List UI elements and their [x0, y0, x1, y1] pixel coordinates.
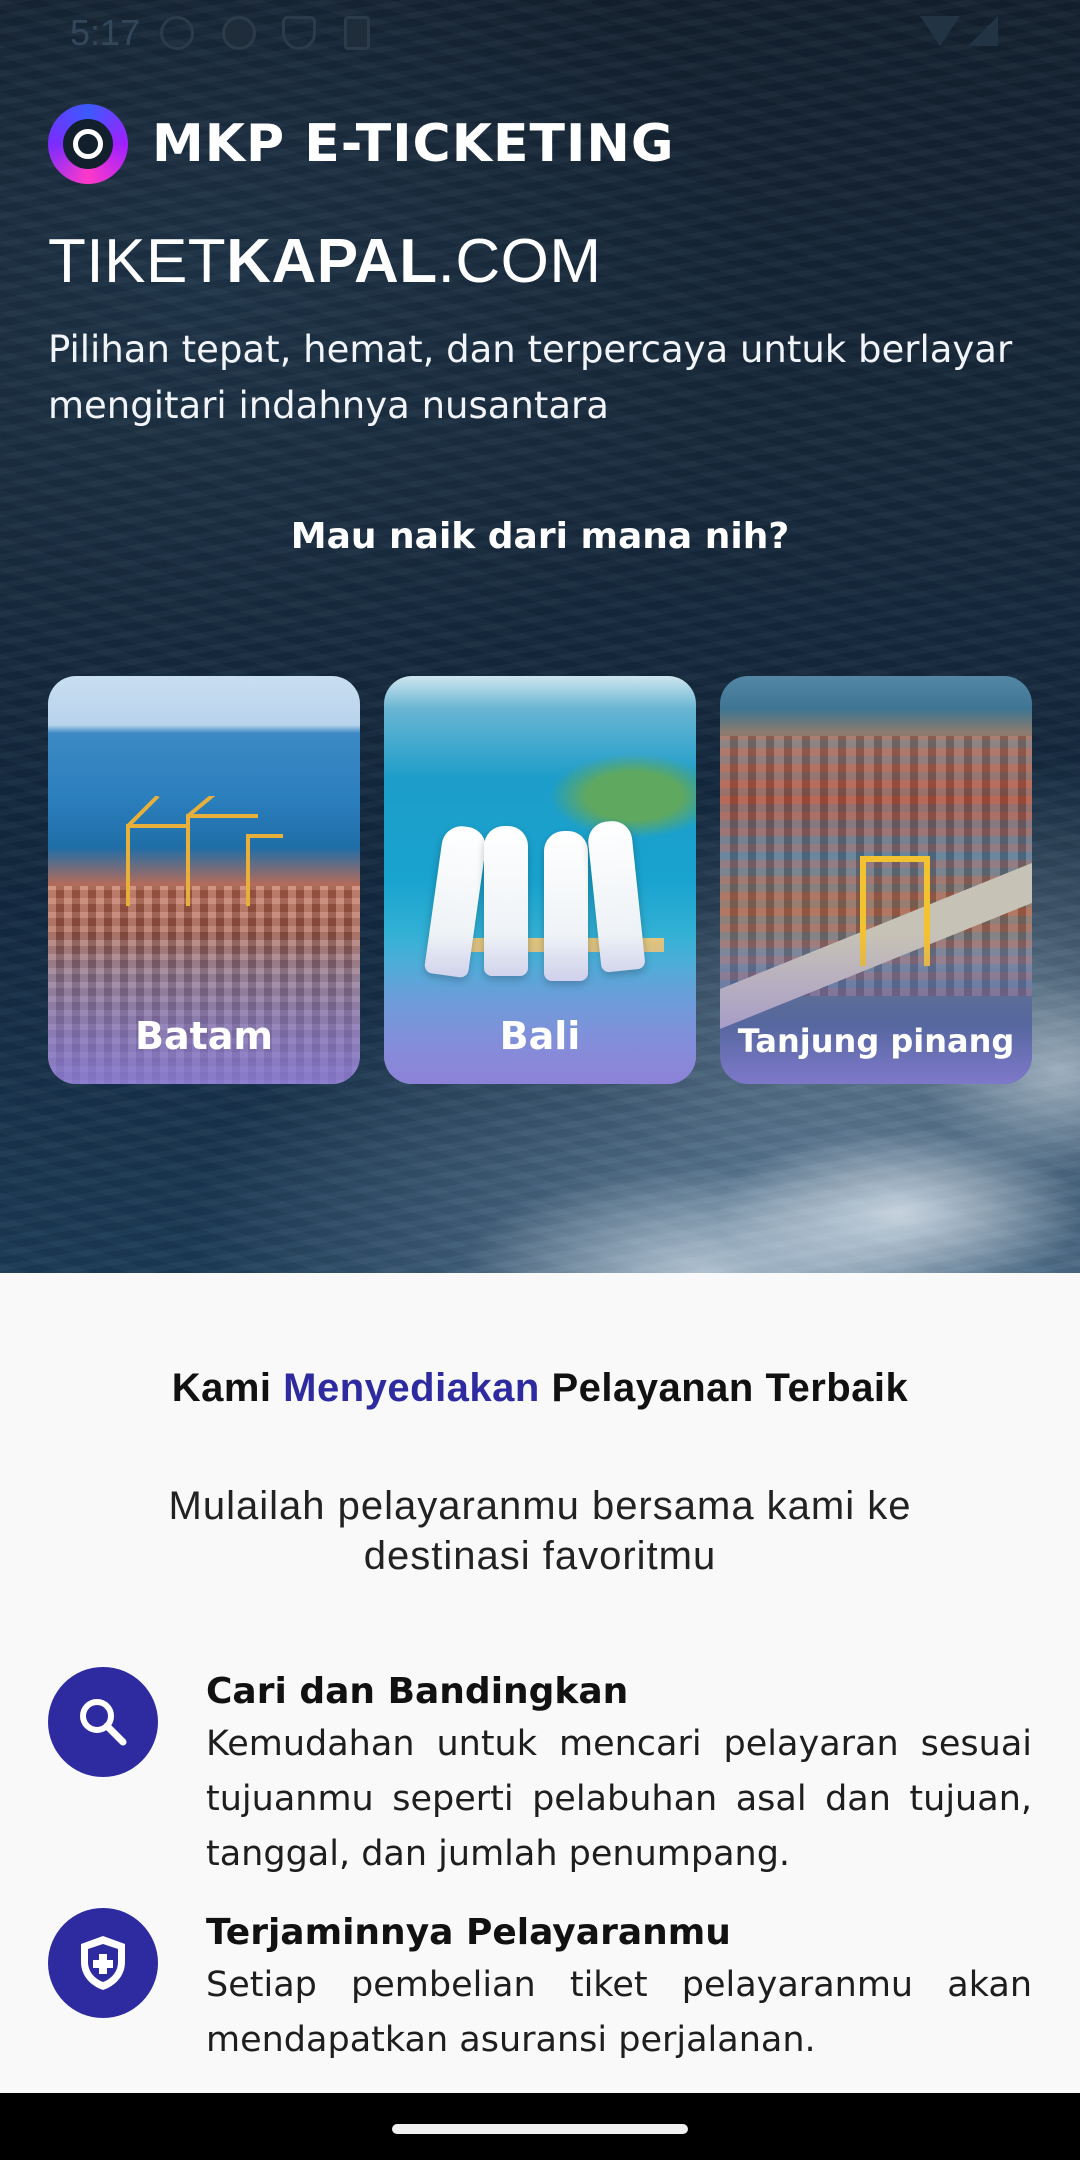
site-title-suffix: .COM [437, 227, 602, 296]
card-overlay [384, 934, 696, 1084]
hero-section: 5:17 MKP E-TICKETING TIKETKAPAL.COM Pili… [0, 0, 1080, 1273]
crane-graphic [126, 796, 283, 906]
signal-icon [968, 16, 998, 46]
destination-label: Batam [134, 1014, 273, 1058]
shield-status-icon [282, 16, 316, 50]
feature-title: Cari dan Bandingkan [206, 1671, 629, 1712]
wifi-icon [920, 16, 960, 46]
services-title-part2: Pelayanan Terbaik [539, 1366, 909, 1410]
brand: MKP E-TICKETING [48, 104, 675, 184]
site-title-bold: KAPAL [226, 227, 438, 296]
status-bar: 5:17 [0, 0, 1080, 66]
system-navigation-bar [0, 2093, 1080, 2160]
tagline: Pilihan tepat, hemat, dan terpercaya unt… [48, 328, 1013, 427]
notification-icon [222, 16, 256, 50]
status-time: 5:17 [70, 12, 141, 53]
info-icon [160, 16, 194, 50]
services-subtitle: Mulailah pelayaranmu bersama kami ke des… [168, 1484, 912, 1578]
destination-label: Bali [499, 1014, 581, 1058]
site-title: TIKETKAPAL.COM [48, 226, 602, 297]
brand-logo-icon [48, 104, 128, 184]
services-section: Kami Menyediakan Pelayanan Terbaik Mulai… [0, 1273, 1080, 2093]
signal-area [920, 16, 1010, 50]
destination-cards: Batam Bali Tanjung pinang [48, 676, 1032, 1086]
origin-question: Mau naik dari mana nih? [290, 516, 790, 557]
download-status-icon [344, 16, 370, 50]
services-title: Kami Menyediakan Pelayanan Terbaik [140, 1363, 940, 1413]
feature-title: Terjaminnya Pelayaranmu [206, 1912, 731, 1953]
search-icon [48, 1667, 158, 1777]
site-title-prefix: TIKET [48, 227, 227, 296]
card-overlay [720, 934, 1032, 1084]
brand-name: MKP E-TICKETING [152, 114, 675, 174]
home-gesture-handle[interactable] [392, 2124, 688, 2134]
services-title-part1: Kami [171, 1366, 284, 1410]
destination-card-batam[interactable]: Batam [48, 676, 360, 1084]
services-title-accent: Menyediakan [283, 1366, 540, 1410]
destination-card-tanjung-pinang[interactable]: Tanjung pinang [720, 676, 1032, 1084]
shield-plus-icon [48, 1908, 158, 2018]
destination-card-bali[interactable]: Bali [384, 676, 696, 1084]
destination-label: Tanjung pinang [737, 1022, 1015, 1060]
feature-description: Setiap pembelian tiket pelayaranmu akan … [206, 1965, 1032, 2060]
card-overlay [48, 934, 360, 1084]
feature-description: Kemudahan untuk mencari pelayaran sesuai… [206, 1724, 1032, 1874]
